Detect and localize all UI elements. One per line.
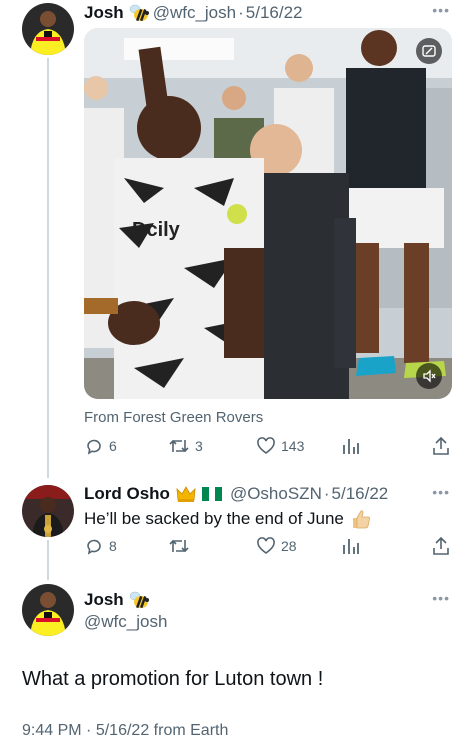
main-author: Josh <box>84 590 149 610</box>
gif-icon[interactable] <box>416 38 442 64</box>
reply-button[interactable]: 8 <box>84 536 117 556</box>
avatar[interactable] <box>22 3 74 55</box>
tweet-date[interactable]: 5/16/22 <box>246 3 303 23</box>
heart-icon <box>257 537 275 554</box>
tweet-date[interactable]: 5/16/22 <box>332 484 389 504</box>
tweet-time[interactable]: 9:44 PM <box>22 722 82 739</box>
more-options-icon[interactable]: ••• <box>432 484 450 500</box>
main-tweet-text: What a promotion for Luton town ! <box>22 668 324 690</box>
avatar[interactable] <box>22 584 74 636</box>
reply-body: He’ll be sacked by the end of June <box>84 508 372 530</box>
share-icon <box>433 436 449 455</box>
analytics-button[interactable] <box>342 536 360 556</box>
reply-button[interactable]: 6 <box>84 436 117 456</box>
like-count: 143 <box>281 438 305 454</box>
tweet-header: Josh @wfc_josh · 5/16/22 <box>84 3 303 23</box>
mute-icon[interactable] <box>416 363 442 389</box>
author-handle[interactable]: @wfc_josh <box>153 3 236 23</box>
separator: · <box>86 722 92 739</box>
like-button[interactable]: 143 <box>256 436 304 456</box>
reply-text: He’ll be sacked by the end of June <box>84 509 344 528</box>
media-source[interactable]: From Forest Green Rovers <box>84 409 263 426</box>
retweet-icon <box>169 539 189 553</box>
separator: · <box>238 3 244 22</box>
analytics-button[interactable] <box>342 436 360 456</box>
retweet-icon <box>169 439 189 453</box>
analytics-icon <box>343 539 359 554</box>
author-handle[interactable]: @wfc_josh <box>84 612 167 632</box>
author-name[interactable]: Lord Osho <box>84 484 170 504</box>
reply-actions: 8 28 <box>84 536 454 560</box>
reply-header: Lord Osho @OshoSZN · 5/16/22 <box>84 484 388 504</box>
jersey-text: Dcily <box>132 219 181 241</box>
like-count: 28 <box>281 538 297 554</box>
bee-emoji-icon <box>127 4 149 22</box>
thread-line <box>47 540 49 580</box>
like-button[interactable]: 28 <box>256 536 297 556</box>
reply-icon <box>87 539 101 555</box>
bee-emoji-icon <box>127 591 149 609</box>
crown-emoji-icon <box>176 485 196 503</box>
thread-line <box>47 58 49 478</box>
share-button[interactable] <box>432 436 450 456</box>
retweet-button[interactable]: 3 <box>168 436 203 456</box>
tweet-media[interactable]: Dcily <box>84 28 452 399</box>
retweet-count: 3 <box>195 438 203 454</box>
retweet-button[interactable] <box>168 536 195 556</box>
heart-icon <box>257 437 275 454</box>
tweet-actions: 6 3 143 <box>84 436 454 460</box>
more-options-icon[interactable]: ••• <box>432 2 450 18</box>
thumbs-up-emoji-icon <box>350 508 372 530</box>
share-icon <box>433 536 449 555</box>
reply-count: 8 <box>109 538 117 554</box>
separator: · <box>323 484 330 503</box>
author-name[interactable]: Josh <box>84 3 124 23</box>
avatar[interactable] <box>22 485 74 537</box>
tweet-client: from Earth <box>153 722 229 739</box>
author-name[interactable]: Josh <box>84 590 124 610</box>
share-button[interactable] <box>432 536 450 556</box>
reply-count: 6 <box>109 438 117 454</box>
reply-icon <box>87 439 101 455</box>
tweet-date[interactable]: 5/16/22 <box>96 722 149 739</box>
tweet-meta: 9:44 PM · 5/16/22 from Earth <box>22 722 228 740</box>
author-handle[interactable]: @OshoSZN <box>230 484 322 504</box>
more-options-icon[interactable]: ••• <box>432 590 450 606</box>
nigeria-flag-icon <box>201 487 222 501</box>
analytics-icon <box>343 439 359 454</box>
